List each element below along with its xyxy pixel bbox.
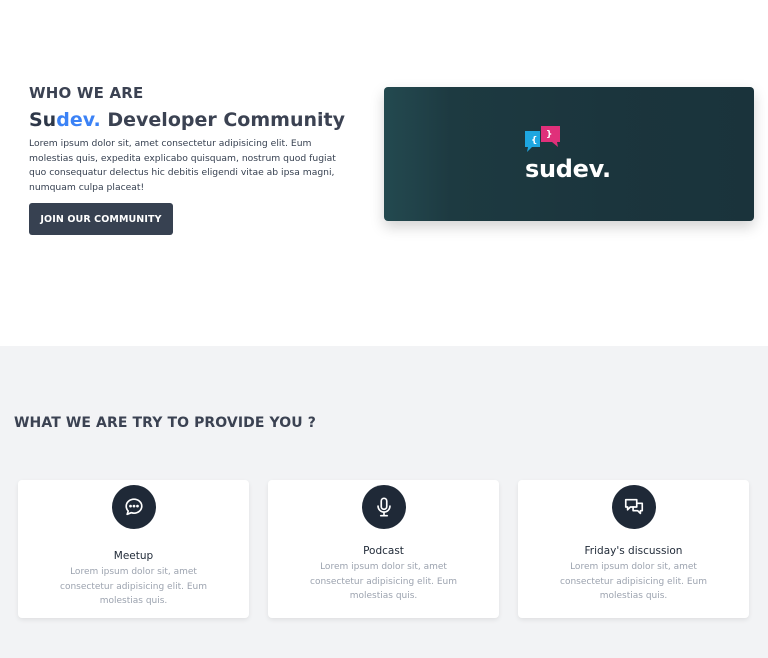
card-title: Meetup bbox=[113, 550, 154, 562]
card-title: Podcast bbox=[363, 545, 404, 557]
logo-wordmark: sudev. bbox=[525, 155, 611, 183]
svg-text:{: { bbox=[531, 136, 537, 146]
feature-card-friday-discussion: Friday's discussion Lorem ipsum dolor si… bbox=[518, 480, 749, 618]
hero-description: Lorem ipsum dolor sit, amet consectetur … bbox=[29, 138, 336, 193]
hero-section: WHO WE ARE Sudev. Developer Community Lo… bbox=[0, 0, 768, 346]
brand-prefix: Su bbox=[29, 109, 57, 131]
discussion-icon bbox=[612, 485, 656, 529]
svg-text:}: } bbox=[546, 130, 552, 140]
hero-eyebrow: WHO WE ARE bbox=[29, 84, 144, 102]
features-section: WHAT WE ARE TRY TO PROVIDE YOU ? Meetup … bbox=[0, 346, 768, 658]
chat-bubbles-logo-icon: { } bbox=[525, 126, 560, 152]
microphone-icon bbox=[362, 485, 406, 529]
chat-bubble-icon bbox=[112, 485, 156, 529]
headline-rest: Developer Community bbox=[100, 109, 345, 131]
join-community-button[interactable]: JOIN OUR COMMUNITY bbox=[29, 203, 173, 235]
card-text: Lorem ipsum dolor sit, amet consectetur … bbox=[560, 562, 707, 601]
brand-banner: { } sudev. bbox=[384, 87, 754, 221]
card-title: Friday's discussion bbox=[584, 545, 683, 557]
brand-accent: dev. bbox=[56, 109, 101, 131]
feature-card-podcast: Podcast Lorem ipsum dolor sit, amet cons… bbox=[268, 480, 499, 618]
hero-headline: Sudev. Developer Community bbox=[29, 109, 345, 131]
card-text: Lorem ipsum dolor sit, amet consectetur … bbox=[60, 567, 207, 606]
card-text: Lorem ipsum dolor sit, amet consectetur … bbox=[310, 562, 457, 601]
features-title: WHAT WE ARE TRY TO PROVIDE YOU ? bbox=[14, 415, 316, 431]
feature-card-meetup: Meetup Lorem ipsum dolor sit, amet conse… bbox=[18, 480, 249, 618]
